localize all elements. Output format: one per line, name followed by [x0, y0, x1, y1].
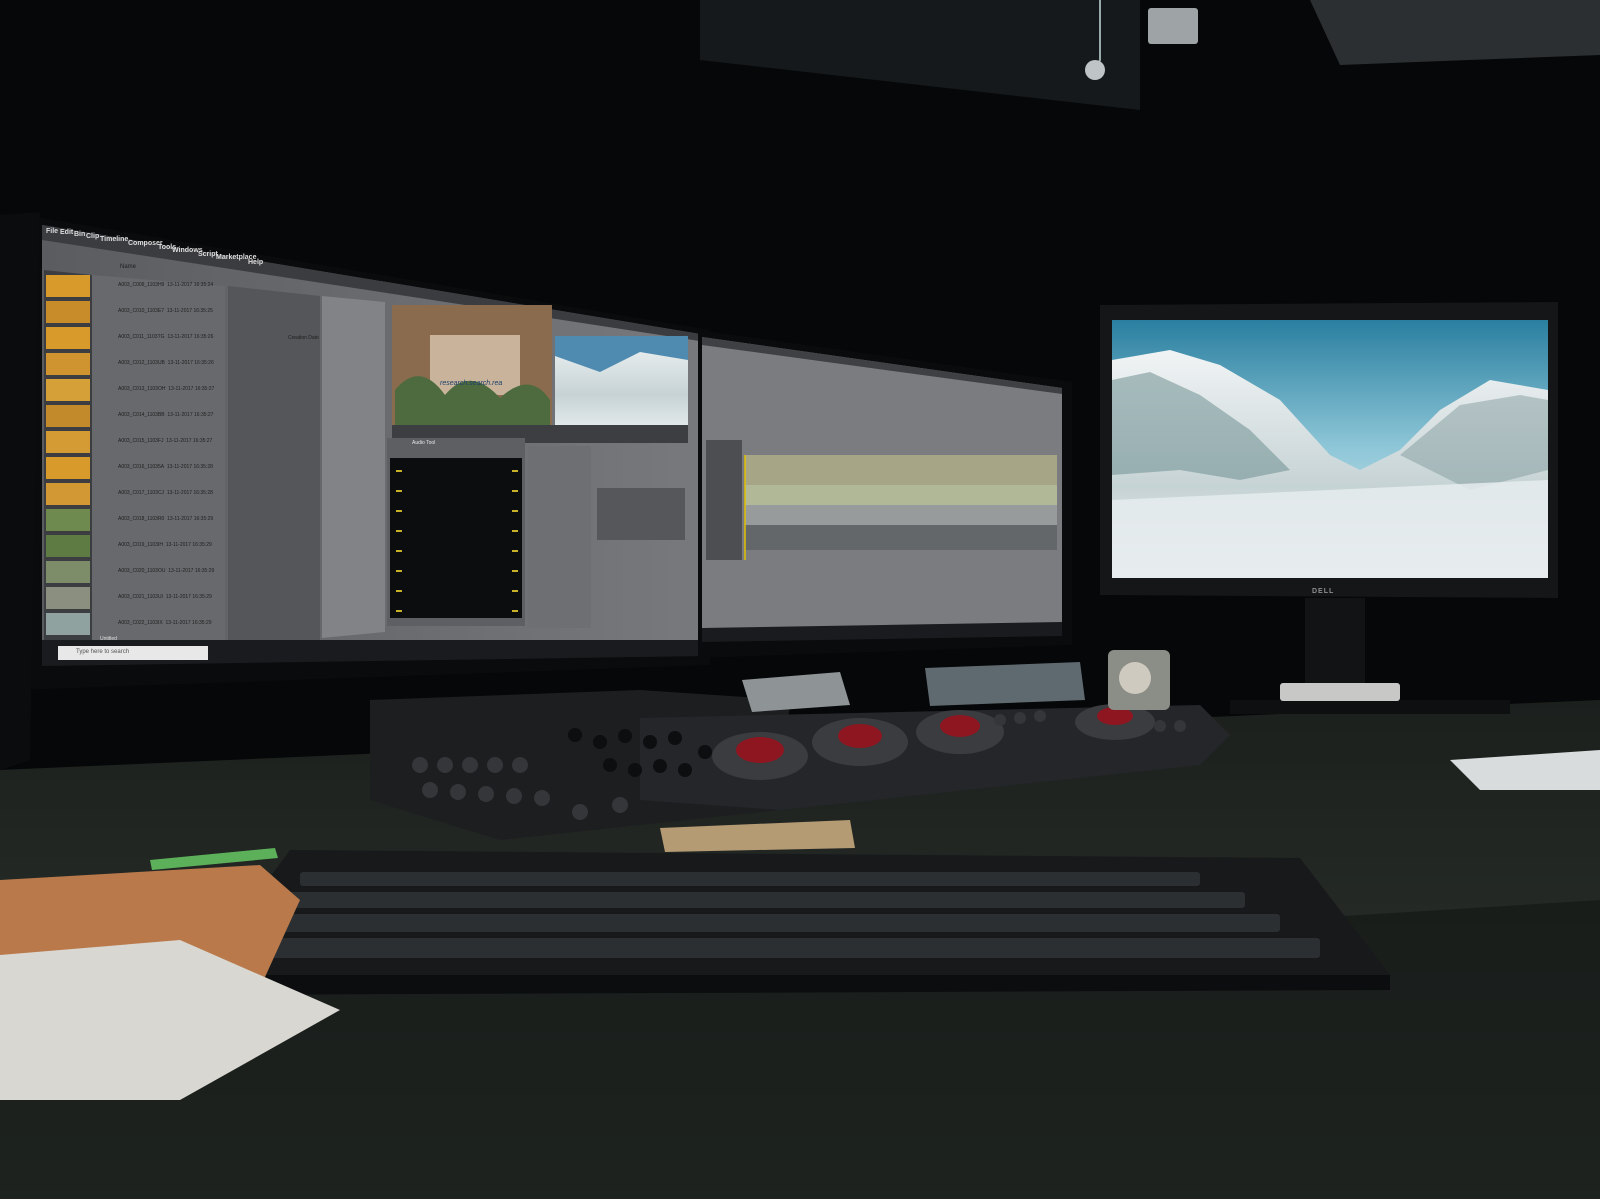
taskbar-search-box[interactable]	[58, 646, 208, 660]
bin-names-column	[92, 275, 225, 645]
air-conditioner	[1310, 0, 1600, 65]
card-logo	[1119, 662, 1151, 694]
lamp-fixture	[1085, 60, 1105, 80]
right-monitor-base	[1230, 700, 1510, 714]
timeline-audio-track-1	[745, 485, 1057, 505]
track-headers	[706, 440, 742, 560]
display-right	[925, 662, 1085, 706]
desk-device	[1280, 683, 1400, 701]
timeline-audio-track-2	[745, 505, 1057, 525]
effect-editor-panel	[528, 446, 591, 628]
dialog-panel	[597, 488, 685, 540]
bin-list-panel	[228, 286, 320, 640]
audio-meters	[390, 458, 522, 618]
timeline-audio-track-3	[745, 525, 1057, 550]
keyboard-keys	[250, 872, 1320, 958]
wall-socket	[1148, 8, 1198, 44]
timeline-video-track	[745, 455, 1057, 485]
right-monitor-stand	[1305, 598, 1365, 688]
editing-suite-scene	[0, 0, 1600, 1199]
bin-empty-panel	[322, 296, 385, 638]
